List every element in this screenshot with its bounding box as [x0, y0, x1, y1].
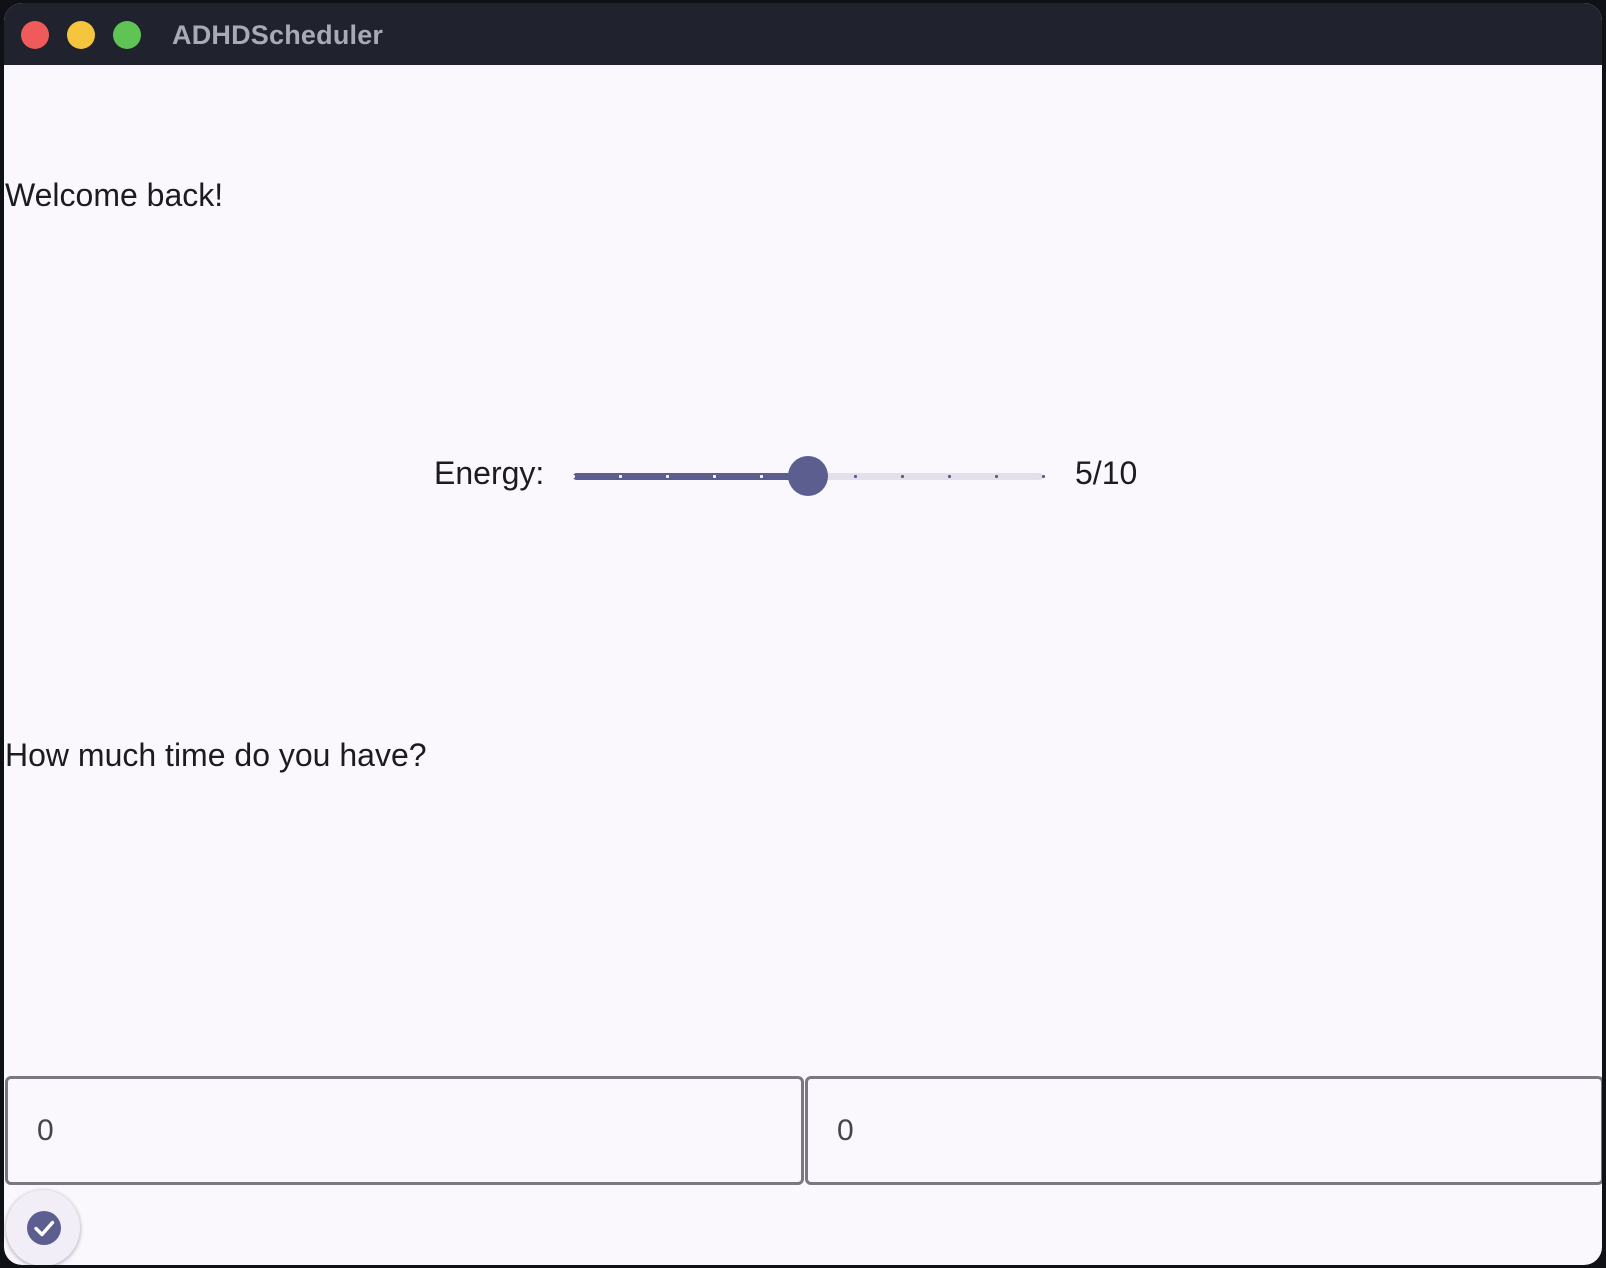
energy-value: 5/10	[1075, 455, 1138, 491]
close-window-button[interactable]	[21, 21, 49, 49]
welcome-text: Welcome back!	[5, 177, 224, 213]
slider-active-track	[573, 473, 808, 480]
submit-fab[interactable]	[6, 1190, 80, 1265]
slider-tick	[853, 475, 857, 478]
slider-tick	[665, 475, 669, 478]
minimize-window-button[interactable]	[67, 21, 95, 49]
energy-slider[interactable]	[571, 445, 1045, 505]
hours-input[interactable]	[8, 1079, 801, 1182]
slider-tick	[571, 475, 575, 478]
slider-tick	[994, 475, 998, 478]
minutes-field[interactable]	[805, 1076, 1602, 1185]
app-window: ADHDScheduler Welcome back! Energy: 5/10…	[4, 3, 1602, 1265]
title-bar: ADHDScheduler	[4, 3, 1602, 65]
time-question: How much time do you have?	[5, 737, 427, 773]
slider-tick	[712, 475, 716, 478]
slider-tick	[759, 475, 763, 478]
hours-field[interactable]	[5, 1076, 804, 1185]
minutes-input[interactable]	[808, 1079, 1601, 1182]
check-circle-icon	[27, 1211, 61, 1245]
slider-tick	[618, 475, 622, 478]
main-content: Welcome back! Energy: 5/10 How much time…	[4, 65, 1602, 1265]
app-title: ADHDScheduler	[172, 20, 384, 50]
slider-tick	[947, 475, 951, 478]
slider-tick	[1041, 475, 1045, 478]
energy-row: Energy: 5/10	[4, 445, 1602, 505]
maximize-window-button[interactable]	[113, 21, 141, 49]
energy-label: Energy:	[434, 455, 545, 491]
slider-thumb[interactable]	[788, 456, 828, 496]
slider-tick	[900, 475, 904, 478]
